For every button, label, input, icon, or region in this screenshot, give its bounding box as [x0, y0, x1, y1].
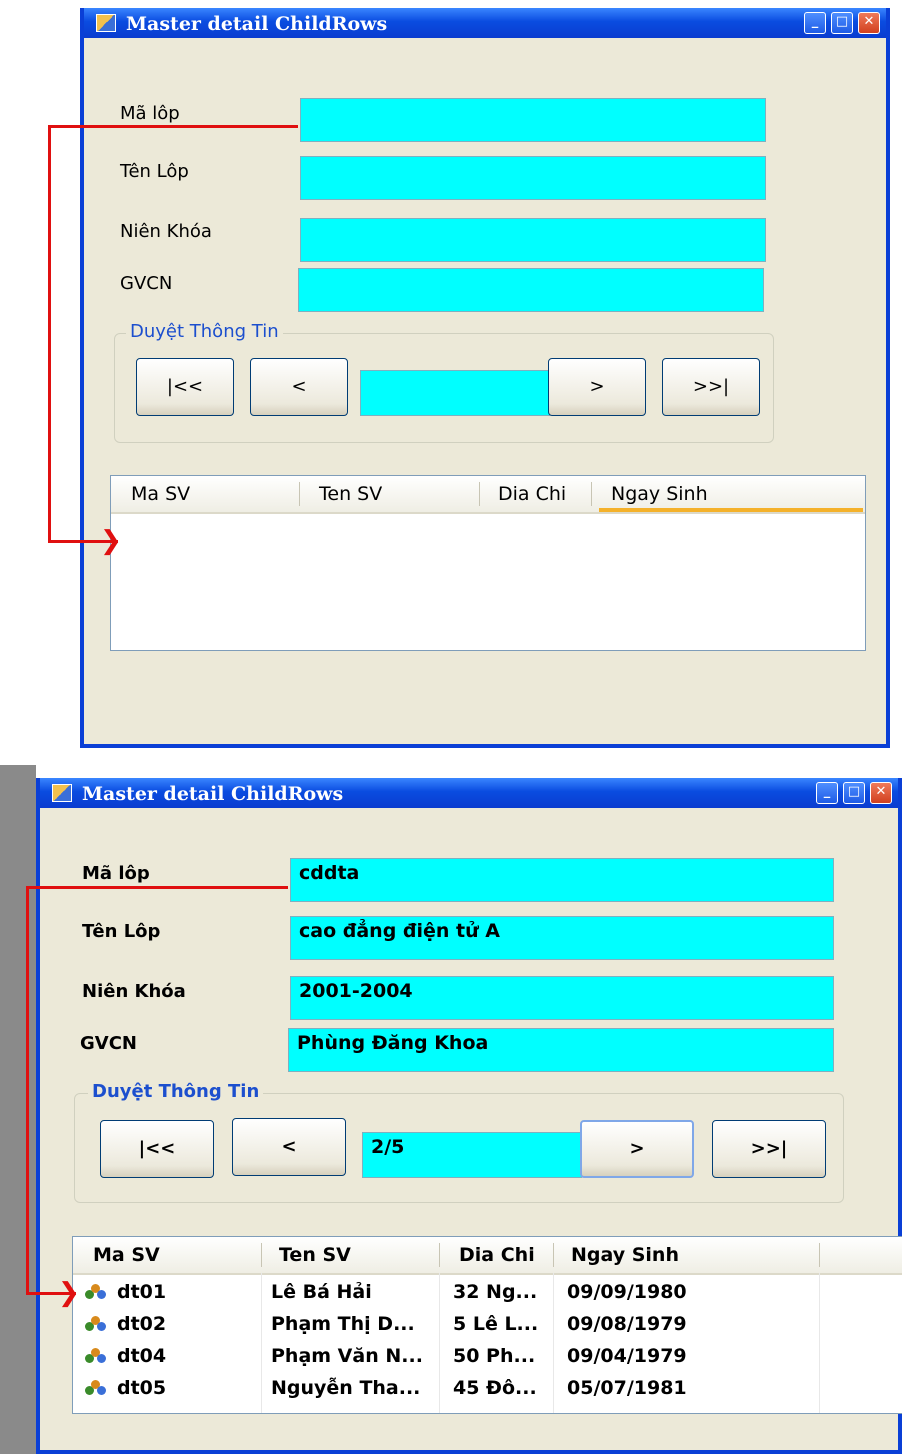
cell-dia-chi: 45 Đô...	[453, 1377, 537, 1399]
cell-dia-chi: 32 Ng...	[453, 1281, 538, 1303]
last-button[interactable]: >>|	[662, 358, 760, 416]
ma-lop-field[interactable]	[300, 98, 766, 142]
maximize-icon[interactable]: □	[831, 12, 853, 34]
column-ten-sv[interactable]: Ten SV	[319, 483, 382, 505]
minimize-icon[interactable]: _	[816, 782, 838, 804]
position-field[interactable]: 2/5	[362, 1132, 582, 1178]
student-icon	[85, 1284, 106, 1302]
header-separator	[553, 1243, 554, 1267]
arrow-head-icon: ❯	[100, 526, 122, 556]
label-ma-lop: Mã lôp	[82, 863, 150, 884]
grid-header: Ma SV Ten SV Dia Chi Ngay Sinh	[73, 1237, 902, 1275]
column-dia-chi[interactable]: Dia Chi	[459, 1244, 535, 1266]
cell-ngay-sinh: 05/07/1981	[567, 1377, 687, 1399]
top-window: Master detail ChildRows _ □ ✕ Mã lôp Tên…	[80, 8, 890, 748]
annotation-line	[26, 886, 29, 1294]
label-gvcn: GVCN	[120, 273, 173, 294]
top-titlebar[interactable]: Master detail ChildRows _ □ ✕	[84, 8, 886, 38]
cell-ma-sv: dt05	[117, 1377, 167, 1399]
annotation-line	[26, 886, 288, 889]
column-ma-sv[interactable]: Ma SV	[93, 1244, 160, 1266]
ma-lop-field[interactable]: cddta	[290, 858, 834, 902]
label-nien-khoa: Niên Khóa	[82, 981, 186, 1002]
arrow-head-icon: ❯	[58, 1278, 80, 1308]
ten-lop-field[interactable]	[300, 156, 766, 200]
column-ma-sv[interactable]: Ma SV	[131, 483, 190, 505]
cell-ma-sv: dt04	[117, 1345, 167, 1367]
gvcn-field[interactable]: Phùng Đăng Khoa	[288, 1028, 834, 1072]
annotation-line	[48, 125, 298, 128]
nien-khoa-field[interactable]: 2001-2004	[290, 976, 834, 1020]
prev-button[interactable]: <	[232, 1118, 346, 1176]
label-ten-lop: Tên Lôp	[82, 921, 161, 942]
annotation-line	[48, 125, 51, 542]
cell-ten-sv: Nguyễn Tha...	[271, 1377, 421, 1399]
hover-indicator	[599, 508, 863, 512]
label-ma-lop: Mã lôp	[120, 103, 180, 124]
table-row[interactable]: dt04 Phạm Văn N... 50 Ph... 09/04/1979	[73, 1341, 902, 1373]
cell-ten-sv: Lê Bá Hải	[271, 1281, 372, 1303]
desktop-strip	[0, 765, 36, 1454]
label-nien-khoa: Niên Khóa	[120, 221, 212, 242]
minimize-icon[interactable]: _	[804, 12, 826, 34]
students-grid[interactable]: Ma SV Ten SV Dia Chi Ngay Sinh dt01 Lê Bá…	[72, 1236, 902, 1414]
cell-dia-chi: 5 Lê L...	[453, 1313, 539, 1335]
student-icon	[85, 1348, 106, 1366]
cell-ten-sv: Phạm Văn N...	[271, 1345, 423, 1367]
table-row[interactable]: dt02 Phạm Thị D... 5 Lê L... 09/08/1979	[73, 1309, 902, 1341]
cell-ma-sv: dt01	[117, 1281, 167, 1303]
cell-dia-chi: 50 Ph...	[453, 1345, 536, 1367]
grid-header: Ma SV Ten SV Dia Chi Ngay Sinh	[111, 476, 865, 514]
next-button[interactable]: >	[580, 1120, 694, 1178]
first-button[interactable]: |<<	[100, 1120, 214, 1178]
header-separator	[299, 482, 300, 506]
cell-ma-sv: dt02	[117, 1313, 167, 1335]
prev-button[interactable]: <	[250, 358, 348, 416]
column-ten-sv[interactable]: Ten SV	[279, 1244, 351, 1266]
form-icon	[96, 14, 116, 32]
header-separator	[819, 1243, 820, 1267]
bottom-titlebar[interactable]: Master detail ChildRows _ □ ✕	[40, 778, 898, 808]
header-separator	[439, 1243, 440, 1267]
student-icon	[85, 1316, 106, 1334]
cell-ngay-sinh: 09/09/1980	[567, 1281, 687, 1303]
close-icon[interactable]: ✕	[870, 782, 892, 804]
next-button[interactable]: >	[548, 358, 646, 416]
label-gvcn: GVCN	[80, 1033, 137, 1054]
form-icon	[52, 784, 72, 802]
table-row[interactable]: dt05 Nguyễn Tha... 45 Đô... 05/07/1981	[73, 1373, 902, 1405]
first-button[interactable]: |<<	[136, 358, 234, 416]
close-icon[interactable]: ✕	[858, 12, 880, 34]
cell-ten-sv: Phạm Thị D...	[271, 1313, 415, 1335]
column-ngay-sinh[interactable]: Ngay Sinh	[611, 483, 708, 505]
bottom-window: Master detail ChildRows _ □ ✕ Mã lôp cdd…	[36, 778, 902, 1454]
table-row[interactable]: dt01 Lê Bá Hải 32 Ng... 09/09/1980	[73, 1277, 902, 1309]
label-ten-lop: Tên Lôp	[120, 161, 189, 182]
nien-khoa-field[interactable]	[300, 218, 766, 262]
column-ngay-sinh[interactable]: Ngay Sinh	[571, 1244, 679, 1266]
column-dia-chi[interactable]: Dia Chi	[498, 483, 566, 505]
position-field[interactable]	[360, 370, 550, 416]
ten-lop-field[interactable]: cao đẳng điện tử A	[290, 916, 834, 960]
cell-ngay-sinh: 09/04/1979	[567, 1345, 687, 1367]
last-button[interactable]: >>|	[712, 1120, 826, 1178]
browse-group-title: Duyệt Thông Tin	[88, 1081, 264, 1102]
header-separator	[591, 482, 592, 506]
cell-ngay-sinh: 09/08/1979	[567, 1313, 687, 1335]
bottom-window-title: Master detail ChildRows	[82, 783, 344, 805]
header-separator	[261, 1243, 262, 1267]
students-grid[interactable]: Ma SV Ten SV Dia Chi Ngay Sinh	[110, 475, 866, 651]
header-separator	[479, 482, 480, 506]
student-icon	[85, 1380, 106, 1398]
gvcn-field[interactable]	[298, 268, 764, 312]
browse-group-title: Duyệt Thông Tin	[126, 321, 283, 342]
top-window-title: Master detail ChildRows	[126, 13, 388, 35]
maximize-icon[interactable]: □	[843, 782, 865, 804]
